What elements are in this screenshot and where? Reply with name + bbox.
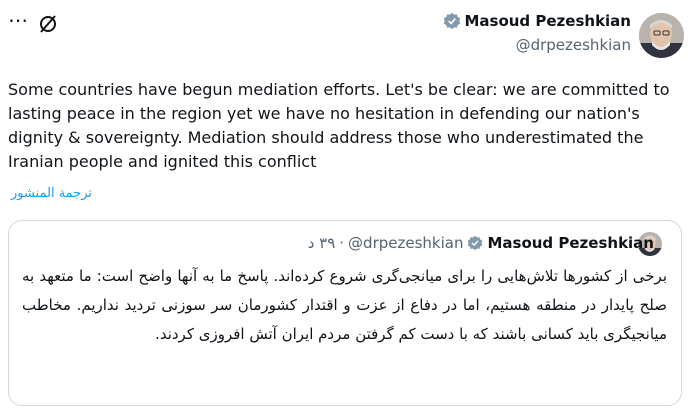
author-name[interactable]: Masoud Pezeshkian (464, 12, 631, 30)
quoted-timestamp: ۳۹ د (307, 234, 336, 252)
grok-icon[interactable] (38, 14, 58, 34)
verified-badge-icon (444, 12, 461, 30)
post-text: Some countries have begun mediation effo… (8, 80, 670, 171)
quoted-author-name: Masoud Pezeshkian (487, 234, 654, 252)
separator: · (339, 234, 345, 252)
more-icon[interactable]: ⋯ (8, 8, 29, 32)
avatar[interactable] (639, 13, 684, 58)
translate-post-link[interactable]: ترجمة المنشور (11, 186, 92, 201)
author-handle[interactable]: @drpezeshkian (516, 36, 631, 54)
verified-badge-icon (468, 235, 483, 251)
quoted-post-text: برخی از کشورها تلاش‌هایی را برای میانجی‌… (22, 267, 667, 343)
quoted-handle: @drpezeshkian (348, 234, 464, 252)
